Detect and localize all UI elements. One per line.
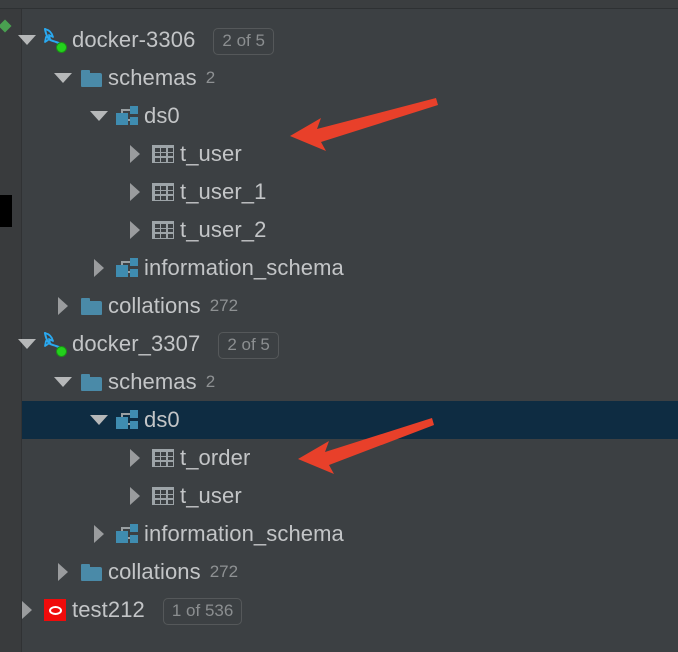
- table-icon: [152, 487, 174, 505]
- tree-row-docker-3306-ds0-t_user_1[interactable]: t_user_1: [22, 173, 678, 211]
- chevron-down-icon[interactable]: [52, 59, 74, 97]
- tree-row-docker_3307-information_schema[interactable]: information_schema: [22, 515, 678, 553]
- oracle-icon: [44, 599, 66, 621]
- tree-row-label: test212: [72, 597, 145, 622]
- schema-icon-slot: [114, 249, 140, 287]
- table-icon-slot: [150, 439, 176, 477]
- tree-row-label: schemas: [108, 65, 197, 90]
- chevron-down-icon[interactable]: [88, 97, 110, 135]
- tree-row-docker_3307-ds0[interactable]: ds0: [22, 401, 678, 439]
- tree-row-label: t_user: [180, 483, 242, 508]
- tree-row-count: 2: [205, 68, 216, 87]
- chevron-right-icon[interactable]: [88, 515, 110, 553]
- tree-row-test212[interactable]: test212 1 of 536: [22, 591, 678, 629]
- chevron-down-icon[interactable]: [16, 21, 38, 59]
- chevron-right-icon[interactable]: [52, 287, 74, 325]
- folder-icon-slot: [78, 287, 104, 325]
- tree-row-label: t_order: [180, 445, 251, 470]
- chevron-down-icon[interactable]: [52, 363, 74, 401]
- tree-row-label: t_user: [180, 141, 242, 166]
- tree-row-docker-3306-ds0[interactable]: ds0: [22, 97, 678, 135]
- schema-icon-slot: [114, 401, 140, 439]
- tree-row-label: docker-3306: [72, 27, 196, 52]
- chevron-right-icon[interactable]: [124, 211, 146, 249]
- mysql-dolphin-icon: [42, 331, 68, 357]
- folder-icon: [80, 373, 102, 391]
- folder-icon-slot: [78, 363, 104, 401]
- schema-icon: [116, 524, 138, 544]
- tree-row-count: 272: [209, 296, 239, 315]
- schema-icon: [116, 106, 138, 126]
- chevron-right-icon[interactable]: [88, 249, 110, 287]
- folder-icon: [80, 69, 102, 87]
- tree-row-label: t_user_2: [180, 217, 267, 242]
- tree-row-label: schemas: [108, 369, 197, 394]
- tree-row-label: ds0: [144, 407, 180, 432]
- tree-row-count: 272: [209, 562, 239, 581]
- tree-row-docker-3306[interactable]: docker-3306 2 of 5: [18, 21, 678, 59]
- tree-row-docker-3306-ds0-t_user_2[interactable]: t_user_2: [22, 211, 678, 249]
- folder-icon: [80, 563, 102, 581]
- tree-row-label: information_schema: [144, 255, 344, 280]
- mysql-dolphin-icon-slot: [42, 21, 68, 59]
- schema-icon-slot: [114, 515, 140, 553]
- tree-row-badge[interactable]: 2 of 5: [218, 332, 279, 359]
- tree-row-docker_3307[interactable]: docker_3307 2 of 5: [18, 325, 678, 363]
- panel-top-divider: [0, 0, 678, 9]
- tree-row-count: 2: [205, 372, 216, 391]
- tree-row-label: collations: [108, 293, 201, 318]
- database-tool-window: docker-3306 2 of 5 schemas 2 ds0 t_user t_user…: [0, 0, 678, 652]
- tree-row-label: ds0: [144, 103, 180, 128]
- tree-row-badge[interactable]: 1 of 536: [162, 598, 243, 625]
- schema-icon: [116, 258, 138, 278]
- tree-row-docker-3306-collations[interactable]: collations 272: [22, 287, 678, 325]
- tree-row-docker-3306-information_schema[interactable]: information_schema: [22, 249, 678, 287]
- chevron-down-icon[interactable]: [16, 325, 38, 363]
- chevron-right-icon[interactable]: [124, 477, 146, 515]
- oracle-icon-slot: [42, 591, 68, 629]
- table-icon-slot: [150, 211, 176, 249]
- tree-row-badge[interactable]: 2 of 5: [213, 28, 274, 55]
- schema-icon: [116, 410, 138, 430]
- folder-icon: [80, 297, 102, 315]
- table-icon: [152, 145, 174, 163]
- tree-row-docker-3306-schemas[interactable]: schemas 2: [22, 59, 678, 97]
- tree-row-docker_3307-schemas[interactable]: schemas 2: [22, 363, 678, 401]
- tree-row-docker_3307-collations[interactable]: collations 272: [22, 553, 678, 591]
- scrollbar-thumb[interactable]: [0, 195, 12, 227]
- chevron-right-icon[interactable]: [124, 135, 146, 173]
- tree-row-docker_3307-ds0-t_user[interactable]: t_user: [22, 477, 678, 515]
- table-icon-slot: [150, 477, 176, 515]
- schema-icon-slot: [114, 97, 140, 135]
- table-icon: [152, 221, 174, 239]
- database-tree[interactable]: docker-3306 2 of 5 schemas 2 ds0 t_user t_user…: [18, 9, 678, 652]
- tree-row-docker_3307-ds0-t_order[interactable]: t_order: [22, 439, 678, 477]
- connection-status-dot: [56, 346, 67, 357]
- mysql-dolphin-icon-slot: [42, 325, 68, 363]
- table-icon: [152, 449, 174, 467]
- table-icon-slot: [150, 173, 176, 211]
- table-icon-slot: [150, 135, 176, 173]
- tree-row-label: t_user_1: [180, 179, 267, 204]
- table-icon: [152, 183, 174, 201]
- mysql-dolphin-icon: [42, 27, 68, 53]
- folder-icon-slot: [78, 59, 104, 97]
- folder-icon-slot: [78, 553, 104, 591]
- chevron-down-icon[interactable]: [88, 401, 110, 439]
- chevron-right-icon[interactable]: [52, 553, 74, 591]
- changed-marker-icon: [0, 19, 12, 33]
- chevron-right-icon[interactable]: [16, 591, 38, 629]
- tree-row-label: collations: [108, 559, 201, 584]
- tree-row-docker-3306-ds0-t_user[interactable]: t_user: [22, 135, 678, 173]
- chevron-right-icon[interactable]: [124, 173, 146, 211]
- tree-row-label: docker_3307: [72, 331, 201, 356]
- connection-status-dot: [56, 42, 67, 53]
- chevron-right-icon[interactable]: [124, 439, 146, 477]
- tree-row-label: information_schema: [144, 521, 344, 546]
